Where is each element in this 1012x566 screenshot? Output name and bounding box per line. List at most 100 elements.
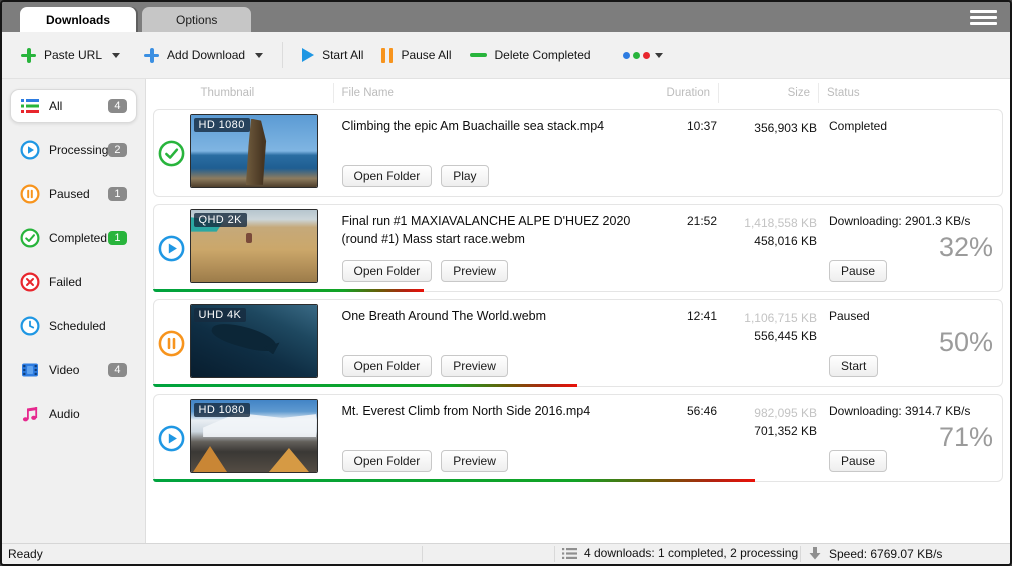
size-total: 1,418,558 KB [717,214,817,232]
size-value: 356,903 KB [717,119,817,137]
status-ready-text: Ready [8,547,43,561]
video-thumbnail: HD 1080 [190,399,318,473]
speed-indicator: Speed: 6769.07 KB/s [808,546,942,561]
chevron-down-icon[interactable] [255,53,263,58]
add-download-label: Add Download [167,48,245,62]
header-duration: Duration [648,83,718,103]
sidebar-item-processing[interactable]: Processing 2 [10,133,137,167]
sidebar-item-paused[interactable]: Paused 1 [10,177,137,211]
sidebar-item-failed[interactable]: Failed [10,265,137,299]
size-value: 458,016 KB [717,232,817,250]
check-circle-icon [20,228,40,248]
play-button[interactable]: Play [441,165,488,187]
duration-value: 12:41 [647,300,717,386]
download-row[interactable]: HD 1080 Mt. Everest Climb from North Sid… [153,394,1004,482]
progress-percent: 32% [939,232,993,263]
file-name: Mt. Everest Climb from North Side 2016.m… [342,403,638,421]
size-value: 701,352 KB [717,422,817,440]
start-button[interactable]: Start [829,355,878,377]
open-folder-button[interactable]: Open Folder [342,450,433,472]
size-value: 556,445 KB [717,327,817,345]
sidebar: All 4 Processing 2 Paused 1 [2,79,145,543]
sidebar-item-video[interactable]: Video 4 [10,353,137,387]
delete-completed-button[interactable]: Delete Completed [461,41,600,69]
more-actions-button[interactable] [614,45,672,66]
sidebar-item-scheduled[interactable]: Scheduled [10,309,137,343]
sidebar-item-completed[interactable]: Completed 1 [10,221,137,255]
preview-button[interactable]: Preview [441,355,508,377]
statusbar-divider [800,546,801,562]
red-dot-icon [643,52,650,59]
downloads-summary: 4 downloads: 1 completed, 2 processing [562,546,798,560]
quality-badge: HD 1080 [194,118,250,132]
quality-badge: QHD 2K [194,213,247,227]
statusbar-divider [422,546,423,562]
sidebar-item-audio[interactable]: Audio [10,397,137,431]
speed-text: Speed: 6769.07 KB/s [829,547,942,561]
list-icon [562,547,577,560]
download-row[interactable]: UHD 4K One Breath Around The World.webm … [153,299,1004,387]
size-total: 982,095 KB [717,404,817,422]
preview-button[interactable]: Preview [441,450,508,472]
play-circle-icon [20,140,40,160]
add-download-button[interactable]: Add Download [135,41,272,70]
pause-all-button[interactable]: Pause All [372,41,460,70]
sidebar-item-all[interactable]: All 4 [10,89,137,123]
tab-downloads[interactable]: Downloads [20,7,136,32]
sidebar-label: All [49,99,62,113]
sidebar-label: Scheduled [49,319,106,333]
duration-value: 56:46 [647,395,717,481]
tab-options[interactable]: Options [142,7,251,32]
video-thumbnail: UHD 4K [190,304,318,378]
size-total: 1,106,715 KB [717,309,817,327]
start-all-button[interactable]: Start All [293,41,372,69]
sidebar-label: Completed [49,231,107,245]
open-folder-button[interactable]: Open Folder [342,165,433,187]
pause-button[interactable]: Pause [829,450,887,472]
chevron-down-icon[interactable] [112,53,120,58]
status-text: Downloading: 3914.7 KB/s [829,404,970,418]
open-folder-button[interactable]: Open Folder [342,260,433,282]
status-bar: Ready 4 downloads: 1 completed, 2 proces… [2,543,1010,564]
duration-value: 10:37 [647,110,717,196]
start-all-label: Start All [322,48,363,62]
paste-url-button[interactable]: Paste URL [12,41,129,70]
sidebar-label: Audio [49,407,80,421]
quality-badge: HD 1080 [194,403,250,417]
sidebar-label: Paused [49,187,90,201]
status-text: Paused [829,309,870,323]
download-list: HD 1080 Climbing the epic Am Buachaille … [146,106,1011,543]
plus-icon [144,48,159,63]
downloading-status-icon [158,235,185,262]
clock-icon [20,316,40,336]
progress-bar [153,384,577,387]
count-badge: 4 [108,99,126,113]
sidebar-label: Processing [49,143,108,157]
hamburger-menu-icon[interactable] [970,10,997,28]
status-text: Downloading: 2901.3 KB/s [829,214,970,228]
plus-icon [21,48,36,63]
open-folder-button[interactable]: Open Folder [342,355,433,377]
progress-percent: 71% [939,422,993,453]
video-thumbnail: QHD 2K [190,209,318,283]
download-row[interactable]: HD 1080 Climbing the epic Am Buachaille … [153,109,1004,197]
sidebar-label: Failed [49,275,82,289]
downloads-panel: Thumbnail File Name Duration Size Status [145,79,1011,543]
app-window: Downloads Options Paste URL Add Download… [0,0,1012,566]
minus-icon [470,53,487,57]
pause-all-label: Pause All [401,48,451,62]
video-thumbnail: HD 1080 [190,114,318,188]
file-name: Climbing the epic Am Buachaille sea stac… [342,118,638,136]
pause-button[interactable]: Pause [829,260,887,282]
downloads-summary-text: 4 downloads: 1 completed, 2 processing [584,546,798,560]
content-area: All 4 Processing 2 Paused 1 [2,79,1010,543]
header-status: Status [818,83,1003,103]
completed-status-icon [158,140,185,167]
status-text: Completed [829,119,887,133]
preview-button[interactable]: Preview [441,260,508,282]
chevron-down-icon [655,53,663,58]
pause-circle-icon [20,184,40,204]
download-row[interactable]: QHD 2K Final run #1 MAXIAVALANCHE ALPE D… [153,204,1004,292]
progress-bar [153,479,755,482]
error-circle-icon [20,272,40,292]
